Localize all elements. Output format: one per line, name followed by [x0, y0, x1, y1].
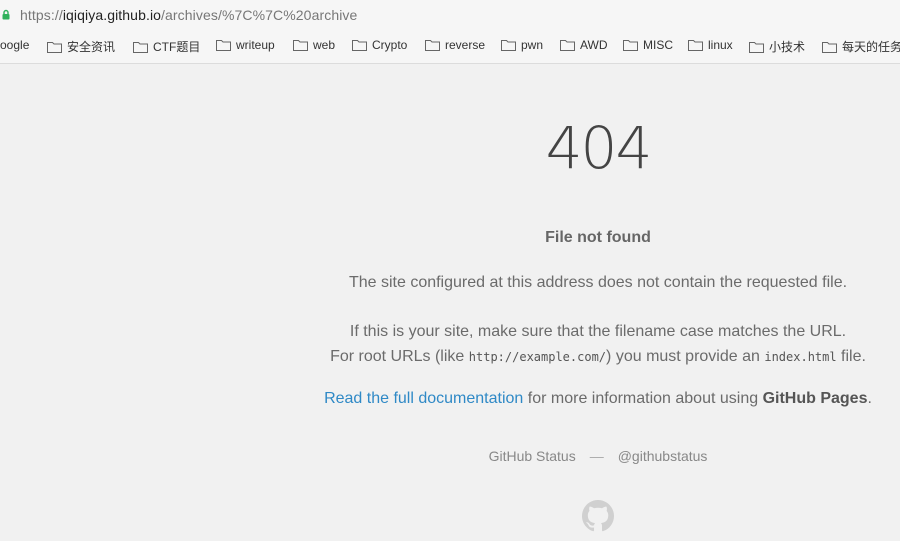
bookmark-label: 小技术: [769, 40, 806, 54]
bookmark-folder-awd[interactable]: AWD: [560, 38, 608, 52]
site-owner-hint: If this is your site, make sure that the…: [298, 319, 898, 370]
url-host: iqiqiya.github.io: [62, 7, 162, 23]
folder-icon: [560, 40, 575, 51]
bookmark-label: AWD: [580, 38, 608, 52]
folder-icon: [822, 41, 837, 53]
index-html-code: index.html: [764, 350, 837, 364]
folder-icon: [133, 41, 148, 53]
hint-line-1: If this is your site, make sure that the…: [349, 323, 847, 340]
bookmark-label: CTF题目: [153, 40, 201, 54]
bookmark-label: 每天的任务: [842, 40, 900, 54]
bookmark-folder-daily-tasks[interactable]: 每天的任务: [822, 38, 900, 55]
folder-icon: [623, 40, 638, 51]
bookmark-folder-tips[interactable]: 小技术: [749, 38, 805, 55]
bookmark-label: linux: [708, 38, 733, 52]
bookmark-folder-ctf[interactable]: CTF题目: [133, 38, 200, 55]
error-code: 404: [545, 114, 653, 182]
bookmark-folder-crypto[interactable]: Crypto: [352, 38, 407, 52]
bookmark-folder-misc[interactable]: MISC: [623, 38, 673, 52]
folder-icon: [501, 40, 516, 51]
githubstatus-twitter-link[interactable]: @githubstatus: [618, 448, 708, 464]
bookmark-google[interactable]: oogle: [0, 38, 29, 52]
page-content: 404 File not found The site configured a…: [0, 64, 900, 541]
documentation-period: .: [867, 390, 872, 407]
footer-separator: —: [589, 448, 604, 464]
folder-icon: [425, 40, 440, 51]
folder-icon: [749, 41, 764, 53]
address-bar[interactable]: https://iqiqiya.github.io/archives/%7C%7…: [0, 0, 900, 30]
folder-icon: [216, 40, 231, 51]
documentation-text: for more information about using: [523, 390, 763, 407]
github-status-link[interactable]: GitHub Status: [489, 448, 576, 464]
bookmark-label: Crypto: [372, 38, 408, 52]
hint-text: For root URLs (like: [330, 348, 469, 365]
bookmark-label: 安全资讯: [67, 40, 116, 54]
bookmarks-bar: oogle 安全资讯 CTF题目 writeup web Crypto reve…: [0, 30, 900, 64]
footer-links: GitHub Status — @githubstatus: [298, 448, 898, 464]
url-text[interactable]: https://iqiqiya.github.io/archives/%7C%7…: [20, 7, 357, 23]
github-pages-label: GitHub Pages: [762, 390, 868, 407]
folder-icon: [293, 40, 308, 51]
hint-text: file.: [836, 348, 866, 365]
bookmark-folder-pwn[interactable]: pwn: [501, 38, 543, 52]
bookmark-folder-writeup[interactable]: writeup: [216, 38, 275, 52]
bookmark-label: pwn: [521, 38, 544, 52]
bookmark-label: oogle: [0, 38, 30, 52]
bookmark-folder-linux[interactable]: linux: [688, 38, 733, 52]
bookmark-label: reverse: [445, 38, 486, 52]
error-title: File not found: [545, 229, 651, 246]
hint-line-2: For root URLs (like http://example.com/)…: [298, 344, 898, 370]
lock-icon: [2, 9, 10, 20]
documentation-line: Read the full documentation for more inf…: [298, 390, 898, 408]
folder-icon: [352, 40, 367, 51]
github-octocat-icon[interactable]: [582, 500, 614, 532]
bookmark-label: MISC: [643, 38, 673, 52]
folder-icon: [47, 41, 62, 53]
error-description: The site configured at this address does…: [348, 274, 848, 291]
bookmark-folder-security-news[interactable]: 安全资讯: [47, 38, 115, 55]
bookmark-label: web: [313, 38, 336, 52]
url-scheme: https://: [20, 7, 63, 23]
example-url-code: http://example.com/: [468, 350, 607, 364]
bookmark-folder-reverse[interactable]: reverse: [425, 38, 485, 52]
bookmark-label: writeup: [236, 38, 275, 52]
bookmark-folder-web[interactable]: web: [293, 38, 335, 52]
hint-text: ) you must provide an: [606, 348, 765, 365]
url-path: /archives/%7C%7C%20archive: [161, 7, 358, 23]
folder-icon: [688, 40, 703, 51]
documentation-link[interactable]: Read the full documentation: [324, 390, 523, 407]
